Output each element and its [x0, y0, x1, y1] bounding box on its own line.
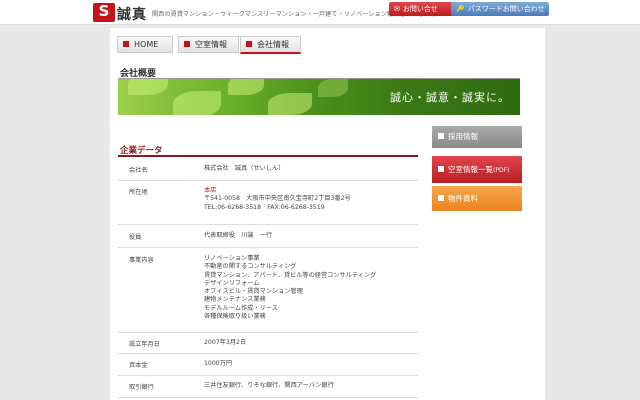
property-docs-label: 物件資料	[448, 194, 478, 203]
vacancy-list-link[interactable]: 空室情報一覧(PDF)	[432, 156, 522, 183]
main-container: HOME 空室情報 会社情報 会社概要 誠心・誠意・誠実に。 採用情報 空室情報…	[110, 28, 545, 400]
row-value: リノベーション事業 不動産の関するコンサルティング 賃貸マンション、アパート、貸…	[204, 255, 376, 321]
table-row: 資本金 1000万円	[118, 353, 418, 376]
value-line: 三井住友銀行、りそな銀行、関西アーバン銀行	[204, 382, 334, 389]
value-line: 賃貸マンション、アパート、貸ビル等の経営コンサルティング	[204, 271, 377, 279]
property-docs-link[interactable]: 物件資料	[432, 186, 522, 211]
recruit-link-label: 採用情報	[448, 132, 478, 141]
tab-home-label: HOME	[134, 40, 159, 49]
value-line: TEL:06-6268-3518 FAX:06-6268-3519	[204, 203, 325, 211]
tab-vacancy-label: 空室情報	[195, 40, 227, 49]
tab-company-label: 会社情報	[257, 40, 289, 49]
key-icon: 🔑	[456, 5, 465, 13]
value-line: 1000万円	[204, 360, 233, 367]
table-row: 所在地 本店 〒541-0058 大阪市中央区南久宝寺町2丁目3番2号 TEL:…	[118, 180, 418, 225]
contact-button[interactable]: ✉ お問い合せ	[389, 2, 454, 16]
recruit-link[interactable]: 採用情報	[432, 126, 522, 148]
table-row: 事業内容 リノベーション事業 不動産の関するコンサルティング 賃貸マンション、ア…	[118, 247, 418, 333]
row-value: 本店 〒541-0058 大阪市中央区南久宝寺町2丁目3番2号 TEL:06-6…	[204, 187, 351, 212]
row-value: 代表取締役 川端 一行	[204, 232, 272, 240]
row-value: 1000万円	[204, 360, 232, 368]
table-row: 会社名 株式会社 誠真（せいしん）	[118, 158, 418, 181]
square-icon	[438, 195, 444, 201]
tab-home[interactable]: HOME	[117, 36, 173, 53]
vacancy-list-label: 空室情報一覧	[448, 165, 493, 174]
row-label: 設立年月日	[129, 341, 160, 348]
row-label: 取引銀行	[129, 384, 154, 391]
section-divider	[118, 155, 418, 157]
logo-subtext: SEISHIN	[93, 19, 105, 23]
square-icon	[184, 40, 190, 47]
hero-slogan: 誠心・誠意・誠実に。	[390, 91, 510, 104]
square-icon	[123, 40, 129, 47]
pdf-label: (PDF)	[493, 167, 510, 174]
row-value: 2007年3月2日	[204, 339, 246, 347]
value-line: 代表取締役 川端 一行	[204, 232, 273, 239]
value-line: 〒541-0058 大阪市中央区南久宝寺町2丁目3番2号	[204, 195, 351, 203]
row-value: 三井住友銀行、りそな銀行、関西アーバン銀行	[204, 382, 334, 390]
row-label: 資本金	[129, 362, 148, 369]
tab-vacancy[interactable]: 空室情報	[178, 36, 239, 53]
value-line: 株式会社 誠真（せいしん）	[204, 165, 285, 172]
square-icon	[438, 133, 444, 139]
value-line: 不動産の関するコンサルティング	[204, 263, 297, 271]
password-inquiry-button[interactable]: 🔑 パスワードお問い合わせ	[451, 2, 549, 16]
leaf-decoration	[268, 93, 312, 115]
logo-name[interactable]: 誠真	[117, 4, 147, 24]
leaf-decoration	[228, 79, 264, 95]
contact-button-label: お問い合せ	[402, 5, 438, 13]
table-row: 取引銀行 三井住友銀行、りそな銀行、関西アーバン銀行	[118, 375, 418, 398]
password-inquiry-label: パスワードお問い合わせ	[467, 5, 545, 13]
row-label: 事業内容	[129, 257, 154, 264]
leaf-decoration	[173, 91, 221, 115]
leaf-decoration	[128, 79, 168, 95]
mail-icon: ✉	[394, 5, 400, 13]
value-line: モデルルーム作成・リース	[204, 304, 278, 312]
value-line: 建物メンテナンス業務	[204, 296, 266, 304]
value-line: デザインリフォーム	[204, 279, 260, 287]
tab-company[interactable]: 会社情報	[240, 36, 301, 54]
hero-banner: 誠心・誠意・誠実に。	[118, 79, 520, 115]
row-label: 役員	[129, 234, 142, 241]
row-label: 会社名	[129, 167, 148, 174]
table-row: 設立年月日 2007年3月2日	[118, 332, 418, 354]
top-header: S SEISHIN 誠真 関西の賃貸マンション・ウィークマンスリーマンション・一…	[0, 0, 640, 25]
square-icon	[438, 166, 444, 172]
leaf-decoration	[318, 79, 348, 97]
value-line: 各種保険取り扱い業務	[204, 313, 266, 321]
square-icon	[246, 40, 252, 47]
row-label: 所在地	[129, 189, 148, 196]
row-value: 株式会社 誠真（せいしん）	[204, 165, 284, 173]
value-line: 2007年3月2日	[204, 339, 247, 346]
table-row: 役員 代表取締役 川端 一行	[118, 224, 418, 248]
